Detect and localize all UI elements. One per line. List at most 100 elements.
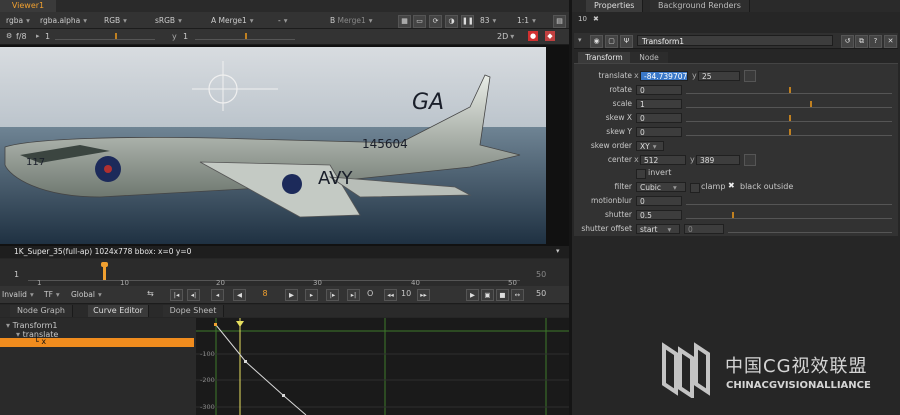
translate-x-field[interactable]: -84.739707 — [640, 71, 688, 81]
node-knob-icon[interactable]: Ψ — [620, 35, 633, 48]
loop-icon[interactable]: ⇆ — [147, 289, 154, 298]
end-frame[interactable]: 50 — [536, 289, 546, 298]
mode-dropdown[interactable]: 2D ▾ — [497, 32, 514, 41]
subtab-transform[interactable]: Transform — [578, 52, 630, 63]
y-slider[interactable] — [195, 33, 295, 40]
skip-forward-icon[interactable]: ▸▸ — [417, 289, 430, 301]
viewer-settings-icon[interactable]: ▤ — [553, 15, 566, 28]
play-forward-icon[interactable]: ▶ — [285, 289, 298, 301]
alpha-dropdown[interactable]: rgba.alpha ▾ — [40, 15, 87, 26]
translate-y-field[interactable]: 25 — [698, 71, 740, 81]
tf-dropdown[interactable]: TF ▾ — [44, 289, 60, 300]
center-x-field[interactable]: 512 — [640, 155, 686, 165]
node-color-icon[interactable]: ▢ — [605, 35, 618, 48]
filter-dropdown[interactable]: Cubic ▾ — [636, 182, 686, 192]
a-input-dropdown[interactable]: A Merge1 ▾ — [211, 15, 253, 26]
center-y-field[interactable]: 389 — [696, 155, 740, 165]
node-name-field[interactable]: Transform1 — [637, 35, 833, 46]
current-frame[interactable]: 8 — [258, 289, 272, 298]
scale-slider[interactable] — [686, 101, 892, 108]
tab-properties[interactable]: Properties — [586, 0, 644, 12]
stop-icon[interactable]: ■ — [496, 289, 509, 301]
shutter-offset-field[interactable]: 0 — [684, 224, 724, 234]
pause-icon[interactable]: ❚❚ — [461, 15, 474, 28]
global-dropdown[interactable]: Global ▾ — [71, 289, 102, 300]
shutter-field[interactable]: 0.5 — [636, 210, 682, 220]
compare-dropdown[interactable]: - ▾ — [278, 15, 287, 26]
clamp-checkbox[interactable] — [690, 183, 700, 193]
tab-background-renders[interactable]: Background Renders — [650, 0, 750, 12]
rgb-dropdown[interactable]: RGB ▾ — [104, 15, 127, 26]
tab-curve-editor[interactable]: Curve Editor — [88, 305, 149, 317]
motionblur-slider[interactable] — [686, 198, 892, 205]
b-input-dropdown[interactable]: B Merge1 ▾ — [330, 15, 373, 26]
shutter-slider[interactable] — [686, 212, 892, 219]
close-icon[interactable]: ✕ — [884, 35, 897, 48]
tab-viewer1[interactable]: Viewer1 — [0, 0, 57, 12]
revert-icon[interactable]: ↺ — [841, 35, 854, 48]
black-outside-checkbox[interactable]: ✖ — [728, 181, 735, 190]
overlay-icon[interactable]: ▦ — [398, 15, 411, 28]
zoom-dropdown[interactable]: 1:1 ▾ — [517, 15, 536, 26]
info-arrow-icon[interactable]: ▾ — [556, 247, 560, 255]
lock-icon[interactable]: ◆ — [545, 31, 555, 41]
shutter-offset-dropdown[interactable]: start ▾ — [636, 224, 680, 234]
skew-order-dropdown[interactable]: XY ▾ — [636, 141, 664, 151]
clear-panels-icon[interactable]: ✖ — [593, 15, 599, 23]
record-icon[interactable]: ● — [528, 31, 538, 41]
skew-y-slider[interactable] — [686, 129, 892, 136]
step-back-icon[interactable]: ◂ — [211, 289, 224, 301]
collapse-icon[interactable]: ▾ — [578, 36, 582, 44]
o-label[interactable]: O — [367, 289, 373, 298]
proxy-icon[interactable]: ◑ — [445, 15, 458, 28]
gamma-slider[interactable] — [55, 33, 155, 40]
max-panels[interactable]: 10 — [578, 15, 587, 23]
motionblur-field[interactable]: 0 — [636, 196, 682, 206]
prev-key-icon[interactable]: ◂| — [187, 289, 200, 301]
scale-field[interactable]: 1 — [636, 99, 682, 109]
tab-dope-sheet[interactable]: Dope Sheet — [163, 305, 224, 317]
tab-node-graph[interactable]: Node Graph — [10, 305, 73, 317]
gamma-value[interactable]: 1 — [45, 32, 50, 41]
timeline-end[interactable]: 50 — [536, 270, 546, 279]
colorspace-dropdown[interactable]: sRGB ▾ — [155, 15, 182, 26]
subtab-node[interactable]: Node — [630, 52, 668, 63]
ping-pong-icon[interactable]: ↔ — [511, 289, 524, 301]
next-key-icon[interactable]: |▸ — [326, 289, 339, 301]
last-frame-icon[interactable]: ▸| — [347, 289, 360, 301]
region-icon[interactable]: ▭ — [413, 15, 426, 28]
help-icon[interactable]: ? — [869, 35, 882, 48]
channels-dropdown[interactable]: rgba ▾ — [6, 15, 30, 26]
step-forward-icon[interactable]: ▸ — [305, 289, 318, 301]
invert-checkbox[interactable] — [636, 169, 646, 179]
tree-leaf-selected[interactable] — [0, 338, 194, 347]
rotate-slider[interactable] — [686, 87, 892, 94]
skip-back-icon[interactable]: ◂◂ — [384, 289, 397, 301]
playhead-handle-icon[interactable] — [101, 262, 108, 267]
skew-y-field[interactable]: 0 — [636, 127, 682, 137]
invalid-dropdown[interactable]: Invalid ▾ — [2, 289, 34, 300]
flipbook-icon[interactable]: ▣ — [481, 289, 494, 301]
translate-anim-icon[interactable] — [744, 70, 756, 82]
skew-x-slider[interactable] — [686, 115, 892, 122]
float-icon[interactable]: ⧉ — [855, 35, 868, 48]
rotate-field[interactable]: 0 — [636, 85, 682, 95]
timeline-ruler[interactable] — [28, 266, 520, 281]
play-mode-icon[interactable]: ▶ — [466, 289, 479, 301]
shutter-offset-slider[interactable] — [728, 226, 892, 233]
y-value[interactable]: 1 — [183, 32, 188, 41]
step-value[interactable]: 10 — [401, 289, 411, 298]
tree-leaf[interactable]: └ x — [34, 337, 46, 346]
curve-graph[interactable] — [196, 318, 569, 415]
play-back-icon[interactable]: ◀ — [233, 289, 246, 301]
panel-splitter[interactable] — [569, 0, 572, 415]
fstop-icon[interactable]: ⚙ — [6, 32, 12, 40]
first-frame-icon[interactable]: |◂ — [170, 289, 183, 301]
center-anim-icon[interactable] — [744, 154, 756, 166]
refresh-icon[interactable]: ⟳ — [429, 15, 442, 28]
tree-root[interactable]: ▾ Transform1 — [6, 321, 57, 330]
node-info-icon[interactable]: ◉ — [590, 35, 603, 48]
gain-value[interactable]: 83 ▾ — [480, 15, 496, 26]
skew-x-field[interactable]: 0 — [636, 113, 682, 123]
timeline-start[interactable]: 1 — [14, 270, 19, 279]
